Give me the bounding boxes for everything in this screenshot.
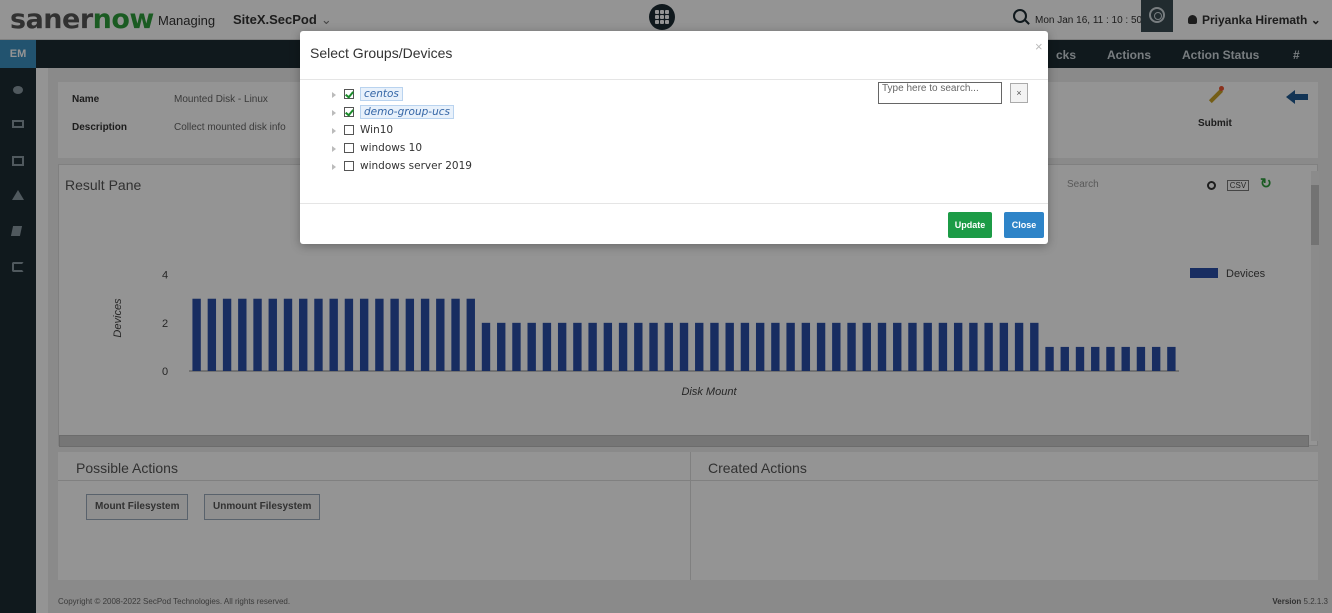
close-button[interactable]: Close bbox=[1004, 212, 1044, 238]
expand-arrow-icon[interactable] bbox=[332, 128, 336, 134]
tree-item-label[interactable]: windows 10 bbox=[360, 142, 422, 154]
modal-header-divider bbox=[300, 79, 1048, 80]
expand-arrow-icon[interactable] bbox=[332, 110, 336, 116]
tree-item-checkbox[interactable] bbox=[344, 89, 354, 99]
update-button[interactable]: Update bbox=[948, 212, 992, 238]
close-icon[interactable]: × bbox=[1035, 39, 1043, 54]
tree-item-checkbox[interactable] bbox=[344, 125, 354, 135]
tree-item-checkbox[interactable] bbox=[344, 143, 354, 153]
expand-arrow-icon[interactable] bbox=[332, 164, 336, 170]
tree-item-checkbox[interactable] bbox=[344, 161, 354, 171]
tree-item-label[interactable]: windows server 2019 bbox=[360, 160, 472, 172]
tree-item-label[interactable]: centos bbox=[360, 87, 403, 101]
tree-item-checkbox[interactable] bbox=[344, 107, 354, 117]
tree-item-label[interactable]: demo-group-ucs bbox=[360, 105, 454, 119]
modal-footer-divider bbox=[300, 203, 1048, 204]
expand-arrow-icon[interactable] bbox=[332, 146, 336, 152]
tree-item-label[interactable]: Win10 bbox=[360, 124, 393, 136]
modal-title: Select Groups/Devices bbox=[310, 45, 453, 61]
expand-arrow-icon[interactable] bbox=[332, 92, 336, 98]
select-groups-modal: Select Groups/Devices × centos demo-group… bbox=[300, 31, 1048, 244]
clear-search-button[interactable]: × bbox=[1010, 83, 1028, 103]
tree-search-input[interactable]: Type here to search... bbox=[878, 82, 1002, 104]
